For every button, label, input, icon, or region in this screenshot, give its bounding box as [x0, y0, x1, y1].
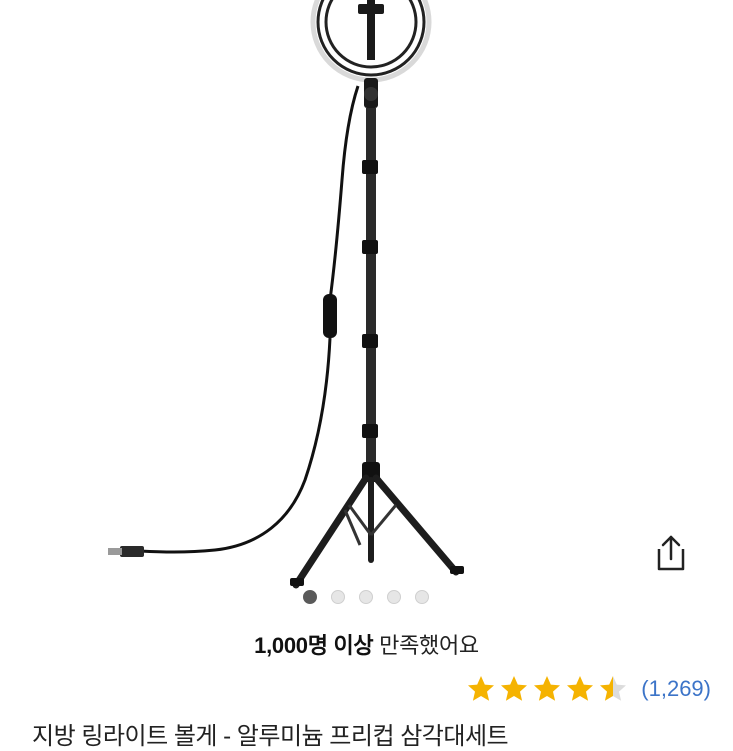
- gallery-dot[interactable]: [358, 590, 373, 604]
- gallery-dot[interactable]: [330, 590, 345, 604]
- review-count-link[interactable]: (1,269): [641, 676, 711, 702]
- gallery-dot[interactable]: [302, 590, 317, 604]
- satisfaction-summary: 1,000명 이상 만족했어요: [0, 628, 733, 660]
- gallery-pagination: [0, 590, 732, 604]
- satisfaction-text: 만족했어요: [379, 633, 479, 658]
- share-icon: [657, 535, 685, 571]
- star-half-icon: [600, 676, 627, 701]
- satisfaction-count: 1,000명 이상: [254, 633, 374, 658]
- product-title: 지방 링라이트 볼게 - 알루미늄 프리컵 삼각대세트: [32, 723, 509, 750]
- star-full-icon: [534, 676, 561, 701]
- gallery-dot[interactable]: [386, 590, 401, 604]
- product-image[interactable]: [0, 0, 733, 590]
- star-full-icon: [567, 676, 594, 701]
- star-full-icon: [468, 676, 495, 701]
- rating-row[interactable]: (1,269): [466, 674, 711, 704]
- gallery-dot[interactable]: [414, 590, 429, 604]
- star-full-icon: [501, 676, 528, 701]
- share-button[interactable]: [648, 530, 694, 576]
